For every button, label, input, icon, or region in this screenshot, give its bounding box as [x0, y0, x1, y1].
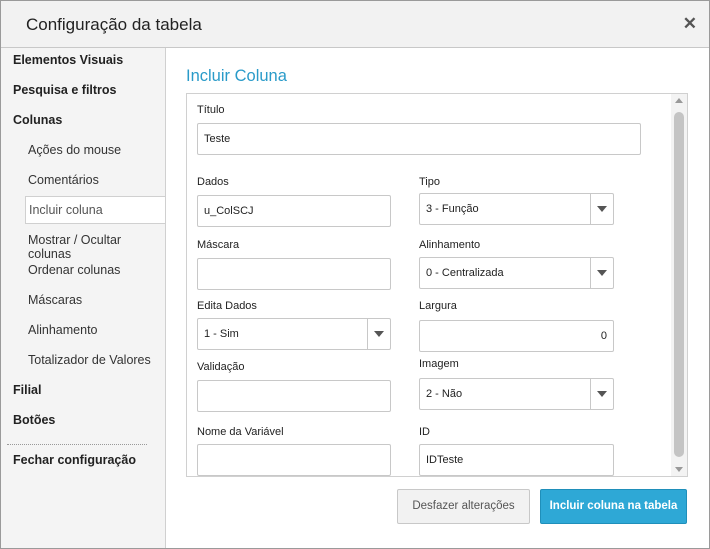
scroll-up-icon[interactable] [675, 98, 683, 103]
main-panel: Incluir Coluna Título Teste Dados u_ColS… [166, 48, 709, 548]
dialog-title: Configuração da tabela [26, 15, 202, 34]
validacao-label: Validação [197, 361, 245, 373]
alinhamento-value: 0 - Centralizada [426, 267, 504, 279]
tipo-select[interactable]: 3 - Função [419, 193, 614, 225]
tipo-value: 3 - Função [426, 203, 479, 215]
dialog-header: Configuração da tabela ✕ [1, 1, 709, 48]
sidebar-item-pesquisa-filtros[interactable]: Pesquisa e filtros [13, 83, 117, 97]
sidebar-item-alinhamento[interactable]: Alinhamento [28, 323, 98, 337]
scroll-thumb[interactable] [674, 112, 684, 457]
chevron-down-icon[interactable] [590, 258, 613, 288]
chevron-down-icon[interactable] [590, 379, 613, 409]
add-column-button[interactable]: Incluir coluna na tabela [540, 489, 687, 524]
section-title: Incluir Coluna [186, 67, 287, 85]
undo-changes-button[interactable]: Desfazer alterações [397, 489, 530, 524]
largura-input[interactable]: 0 [419, 320, 614, 352]
edita-dados-select[interactable]: 1 - Sim [197, 318, 391, 350]
id-input[interactable]: IDTeste [419, 444, 614, 476]
close-icon[interactable]: ✕ [683, 14, 697, 34]
sidebar-item-comentarios[interactable]: Comentários [28, 173, 99, 187]
sidebar-item-mascaras[interactable]: Máscaras [28, 293, 82, 307]
nome-variavel-label: Nome da Variável [197, 426, 284, 438]
sidebar-item-totalizador[interactable]: Totalizador de Valores [28, 353, 151, 367]
validacao-input[interactable] [197, 380, 391, 412]
sidebar-item-incluir-coluna[interactable]: Incluir coluna [25, 196, 165, 224]
alinhamento-select[interactable]: 0 - Centralizada [419, 257, 614, 289]
sidebar-item-acoes-mouse[interactable]: Ações do mouse [28, 143, 121, 157]
edita-dados-value: 1 - Sim [204, 328, 239, 340]
chevron-down-icon[interactable] [590, 194, 613, 224]
sidebar-item-colunas[interactable]: Colunas [13, 113, 62, 127]
mascara-label: Máscara [197, 239, 240, 251]
sidebar-item-ordenar-colunas[interactable]: Ordenar colunas [28, 263, 120, 277]
largura-label: Largura [419, 300, 457, 312]
imagem-value: 2 - Não [426, 388, 463, 400]
nome-variavel-input[interactable] [197, 444, 391, 476]
sidebar-item-filial[interactable]: Filial [13, 383, 41, 397]
sidebar-divider [7, 444, 147, 445]
sidebar-item-mostrar-ocultar[interactable]: Mostrar / Ocultar colunas [28, 233, 165, 261]
imagem-select[interactable]: 2 - Não [419, 378, 614, 410]
titulo-label: Título [197, 104, 225, 116]
sidebar-item-fechar-configuracao[interactable]: Fechar configuração [13, 453, 136, 467]
dados-input[interactable]: u_ColSCJ [197, 195, 391, 227]
alinhamento-label: Alinhamento [419, 239, 481, 251]
sidebar-item-botoes[interactable]: Botões [13, 413, 55, 427]
titulo-input[interactable]: Teste [197, 123, 641, 155]
scroll-down-icon[interactable] [675, 467, 683, 472]
mascara-input[interactable] [197, 258, 391, 290]
form-container: Título Teste Dados u_ColSCJ Tipo 3 - Fun… [186, 93, 688, 477]
imagem-label: Imagem [419, 358, 459, 370]
sidebar-item-elementos-visuais[interactable]: Elementos Visuais [13, 53, 123, 67]
form-scrollbar[interactable] [671, 94, 687, 476]
tipo-label: Tipo [419, 176, 440, 188]
sidebar: Elementos Visuais Pesquisa e filtros Col… [1, 48, 166, 548]
dados-label: Dados [197, 176, 229, 188]
edita-dados-label: Edita Dados [197, 300, 257, 312]
id-label: ID [419, 426, 430, 438]
chevron-down-icon[interactable] [367, 319, 390, 349]
table-config-dialog: Configuração da tabela ✕ Elementos Visua… [0, 0, 710, 549]
